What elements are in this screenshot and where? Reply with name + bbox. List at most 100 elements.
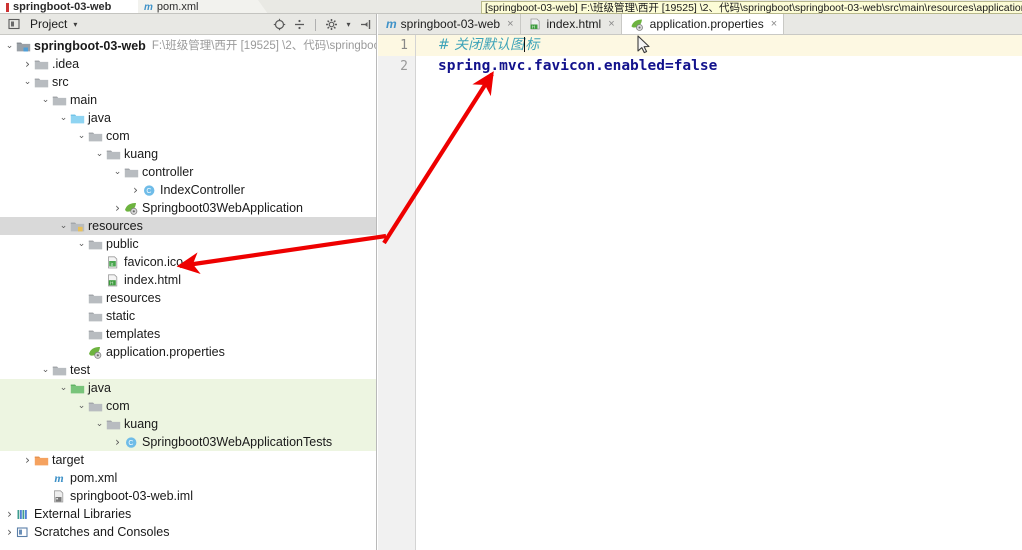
tree-row-label: kuang [124, 147, 159, 161]
tree-row-label: resources [106, 291, 161, 305]
chevron-down-icon[interactable]: ⌄ [22, 73, 33, 91]
tree-row-label: pom.xml [70, 471, 118, 485]
tree-row-label: java [88, 381, 111, 395]
spring-properties-icon [87, 346, 103, 359]
chevron-right-icon[interactable]: › [22, 451, 33, 469]
line-number: 2 [400, 59, 408, 74]
java-class-icon: C [123, 436, 139, 449]
tree-row-label: .idea [52, 57, 80, 71]
tree-row[interactable]: application.properties [0, 343, 376, 361]
editor-tab-strip: m springboot-03-web × H index.html × app… [378, 14, 1022, 35]
tree-row[interactable]: ⌄ controller [0, 163, 376, 181]
chevron-down-icon[interactable]: ⌄ [94, 415, 105, 433]
project-tree[interactable]: ⌄ springboot-03-web F:\班级管理\西开 [19525] \2、… [0, 35, 376, 549]
tree-row[interactable]: ⌄ test [0, 361, 376, 379]
window-tab-pom[interactable]: m pom.xml [138, 0, 268, 14]
chevron-right-icon[interactable]: › [112, 199, 123, 217]
editor-tab-label: springboot-03-web [400, 17, 501, 31]
close-icon[interactable]: × [507, 18, 513, 30]
tree-row-label: resources [88, 219, 143, 233]
code-line-comment[interactable]: # 关闭默认图标 [416, 35, 1022, 56]
code-editor[interactable]: 1 2 # 关闭默认图标 spring.mvc.favicon.enabled=… [378, 35, 1022, 550]
tree-row[interactable]: resources [0, 289, 376, 307]
tree-row[interactable]: ⌄ com [0, 397, 376, 415]
svg-text:C: C [128, 440, 133, 447]
tree-row[interactable]: › Springboot03WebApplication [0, 199, 376, 217]
chevron-down-icon[interactable]: ⌄ [40, 91, 51, 109]
close-icon[interactable]: × [771, 18, 777, 30]
chevron-down-icon[interactable]: ⌄ [40, 361, 51, 379]
tree-row[interactable]: › C Springboot03WebApplicationTests [0, 433, 376, 451]
svg-text:H: H [532, 24, 535, 29]
tree-row[interactable]: › .idea [0, 55, 376, 73]
chevron-down-icon[interactable]: ⌄ [112, 163, 123, 181]
tree-row[interactable]: ⌄ kuang [0, 145, 376, 163]
chevron-down-icon[interactable]: ⌄ [94, 145, 105, 163]
tree-row[interactable]: ⌄ kuang [0, 415, 376, 433]
tree-row-label: target [52, 453, 84, 467]
chevron-down-icon[interactable]: ⌄ [76, 127, 87, 145]
tree-row[interactable]: ⌄ java [0, 109, 376, 127]
chevron-down-icon[interactable]: ⌄ [58, 109, 69, 127]
editor-tab-label: index.html [546, 17, 602, 31]
project-panel-title: Project [30, 17, 68, 31]
tree-row[interactable]: Hindex.html [0, 271, 376, 289]
path-tooltip: [springboot-03-web] F:\班级管理\西开 [19525] \… [481, 1, 1022, 14]
editor-tab-application-properties[interactable]: application.properties × [621, 14, 785, 34]
chevron-down-icon[interactable]: ⌄ [4, 37, 15, 55]
scratches-icon [15, 526, 31, 539]
comment-text-after-caret: 标 [525, 37, 540, 53]
tree-row-label: IndexController [160, 183, 245, 197]
tree-row-label: com [106, 129, 130, 143]
tree-row[interactable]: ⌄ springboot-03-web F:\班级管理\西开 [19525] \2、… [0, 37, 376, 55]
chevron-down-icon[interactable]: ⌄ [76, 397, 87, 415]
editor-tab-springboot-03-web[interactable]: m springboot-03-web × [378, 14, 521, 34]
chevron-right-icon[interactable]: › [130, 181, 141, 199]
tree-row[interactable]: ⌄ src [0, 73, 376, 91]
chevron-right-icon[interactable]: › [4, 505, 15, 523]
tree-row-label: Scratches and Consoles [34, 525, 170, 539]
tree-row-label: src [52, 75, 69, 89]
tree-row[interactable]: › target [0, 451, 376, 469]
window-tab-project[interactable]: springboot-03-web [0, 0, 150, 14]
tree-row[interactable]: ⌄ public [0, 235, 376, 253]
chevron-down-icon[interactable]: ⌄ [58, 217, 69, 235]
chevron-down-icon[interactable]: ▾ [73, 20, 77, 29]
tree-row[interactable]: ⌄ com [0, 127, 376, 145]
chevron-right-icon[interactable]: › [112, 433, 123, 451]
tree-row[interactable]: ⌄ main [0, 91, 376, 109]
tree-row[interactable]: static [0, 307, 376, 325]
settings-dropdown-icon[interactable]: ▾ [345, 18, 352, 31]
tree-row-label: templates [106, 327, 161, 341]
locate-icon[interactable] [273, 18, 286, 31]
tree-row[interactable]: m pom.xml [0, 469, 376, 487]
chevron-down-icon[interactable]: ⌄ [58, 379, 69, 397]
settings-gear-icon[interactable] [325, 18, 338, 31]
collapse-all-icon[interactable] [293, 18, 306, 31]
tree-row-label: application.properties [106, 345, 225, 359]
chevron-down-icon[interactable]: ⌄ [76, 235, 87, 253]
tree-row[interactable]: templates [0, 325, 376, 343]
maven-icon: m [144, 1, 153, 13]
close-icon[interactable]: × [608, 18, 614, 30]
chevron-right-icon[interactable]: › [4, 523, 15, 541]
code-lines[interactable]: # 关闭默认图标 spring.mvc.favicon.enabled=fals… [416, 35, 1022, 550]
tree-row-label: com [106, 399, 130, 413]
hide-panel-icon[interactable] [359, 18, 372, 31]
tree-row-label: static [106, 309, 136, 323]
tree-row[interactable]: › External Libraries [0, 505, 376, 523]
tree-row[interactable]: ⌄ java [0, 379, 376, 397]
package-icon [123, 166, 139, 179]
code-line-property[interactable]: spring.mvc.favicon.enabled=false [416, 56, 1022, 77]
tree-row[interactable]: › C IndexController [0, 181, 376, 199]
editor-tab-index-html[interactable]: H index.html × [520, 14, 622, 34]
tree-row-label: favicon.ico [124, 255, 184, 269]
folder-gray-icon [33, 76, 49, 89]
tree-row[interactable]: ≥ favicon.ico [0, 253, 376, 271]
tree-row[interactable]: springboot-03-web.iml [0, 487, 376, 505]
tree-row[interactable]: ⌄ resources [0, 217, 376, 235]
folder-target-orange-icon [33, 454, 49, 467]
tree-row-label: External Libraries [34, 507, 132, 521]
tree-row[interactable]: › Scratches and Consoles [0, 523, 376, 541]
chevron-right-icon[interactable]: › [22, 55, 33, 73]
